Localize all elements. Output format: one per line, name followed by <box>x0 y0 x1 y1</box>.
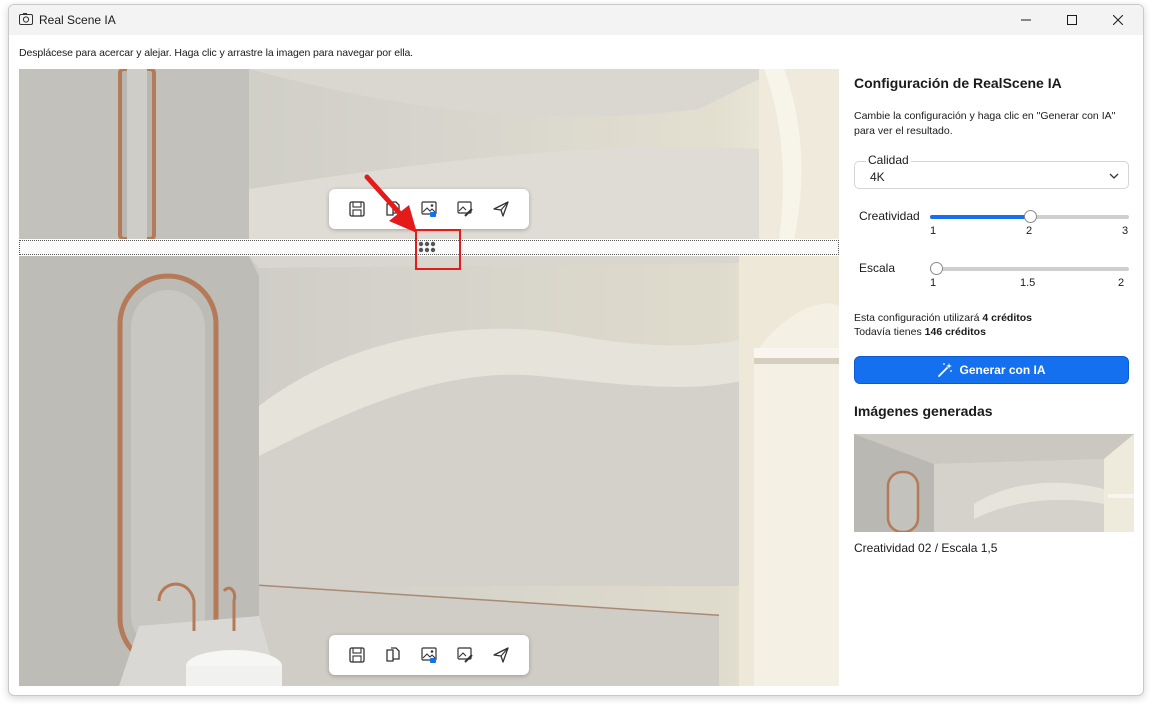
maximize-icon <box>1067 15 1077 25</box>
creatividad-slider[interactable] <box>930 210 1129 223</box>
edit-image-button[interactable] <box>454 198 476 220</box>
creatividad-tick-mid: 2 <box>1026 225 1033 237</box>
credits-info: Esta configuración utilizará 4 créditos … <box>854 311 1032 339</box>
creatividad-slider-fill <box>930 215 1030 219</box>
save-button[interactable] <box>346 644 368 666</box>
red-arrow-icon <box>364 174 417 233</box>
credits-usage-prefix: Esta configuración utilizará <box>854 312 983 324</box>
edit-image-icon <box>457 201 473 217</box>
generate-ai-button[interactable]: Generar con IA <box>854 356 1129 384</box>
minimize-button[interactable] <box>1003 5 1049 35</box>
send-icon <box>493 647 509 663</box>
escala-tick-mid: 1.5 <box>1020 277 1036 289</box>
generated-image[interactable] <box>854 434 1134 532</box>
navigation-hint: Desplácese para acercar y alejar. Haga c… <box>19 47 414 59</box>
panel-description: Cambie la configuración y haga clic en "… <box>854 110 1116 137</box>
window-title: Real Scene IA <box>39 13 116 27</box>
send-button[interactable] <box>490 198 512 220</box>
creatividad-tick-max: 3 <box>1122 225 1129 237</box>
edit-image-button[interactable] <box>454 644 476 666</box>
credits-usage-value: 4 créditos <box>982 312 1033 324</box>
credits-remaining-line: Todavía tienes 146 créditos <box>854 325 1032 339</box>
maximize-button[interactable] <box>1049 5 1095 35</box>
app-window: Real Scene IA Desplácese para acercar y … <box>8 4 1144 696</box>
title-bar[interactable]: Real Scene IA <box>9 5 1143 35</box>
copy-button[interactable] <box>382 644 404 666</box>
generate-ai-label: Generar con IA <box>959 363 1046 377</box>
copy-icon <box>386 647 400 662</box>
credits-remaining-prefix: Todavía tienes <box>854 326 925 338</box>
image-pane-bottom[interactable] <box>19 256 839 686</box>
escala-tick-max: 2 <box>1118 277 1125 289</box>
chevron-down-icon <box>1109 173 1119 179</box>
render-image-bottom[interactable] <box>19 256 839 686</box>
image-viewer[interactable] <box>19 69 839 686</box>
creatividad-tick-min: 1 <box>930 225 937 237</box>
minimize-icon <box>1021 19 1031 21</box>
creatividad-slider-row: Creatividad 1 2 3 <box>854 209 1134 243</box>
settings-panel: Configuración de RealScene IA Cambie la … <box>854 69 1139 689</box>
credits-remaining-value: 146 créditos <box>924 326 986 338</box>
quality-value: 4K <box>870 170 885 184</box>
credits-usage-line: Esta configuración utilizará 4 créditos <box>854 311 1032 325</box>
escala-slider-row: Escala 1 1.5 2 <box>854 261 1134 295</box>
save-icon <box>349 647 365 663</box>
creatividad-slider-thumb[interactable] <box>1023 210 1037 223</box>
escala-tick-min: 1 <box>930 277 937 289</box>
export-image-icon <box>421 647 437 663</box>
edit-image-icon <box>457 647 473 663</box>
close-icon <box>1113 15 1123 25</box>
image-toolbar-bottom <box>329 635 529 675</box>
panel-title: Configuración de RealScene IA <box>854 75 1062 91</box>
camera-icon <box>19 13 33 25</box>
close-button[interactable] <box>1095 5 1141 35</box>
escala-slider[interactable] <box>930 262 1129 275</box>
generated-image-thumbnail[interactable] <box>854 434 1134 532</box>
send-icon <box>493 201 509 217</box>
magic-wand-icon <box>938 363 953 377</box>
quality-label: Calidad <box>866 153 911 167</box>
send-button[interactable] <box>490 644 512 666</box>
escala-slider-thumb[interactable] <box>930 262 943 275</box>
export-image-button[interactable] <box>418 644 440 666</box>
generated-images-title: Imágenes generadas <box>854 403 993 419</box>
creatividad-label: Creatividad <box>859 209 920 223</box>
generated-image-caption: Creatividad 02 / Escala 1,5 <box>854 541 998 555</box>
escala-label: Escala <box>859 261 896 275</box>
